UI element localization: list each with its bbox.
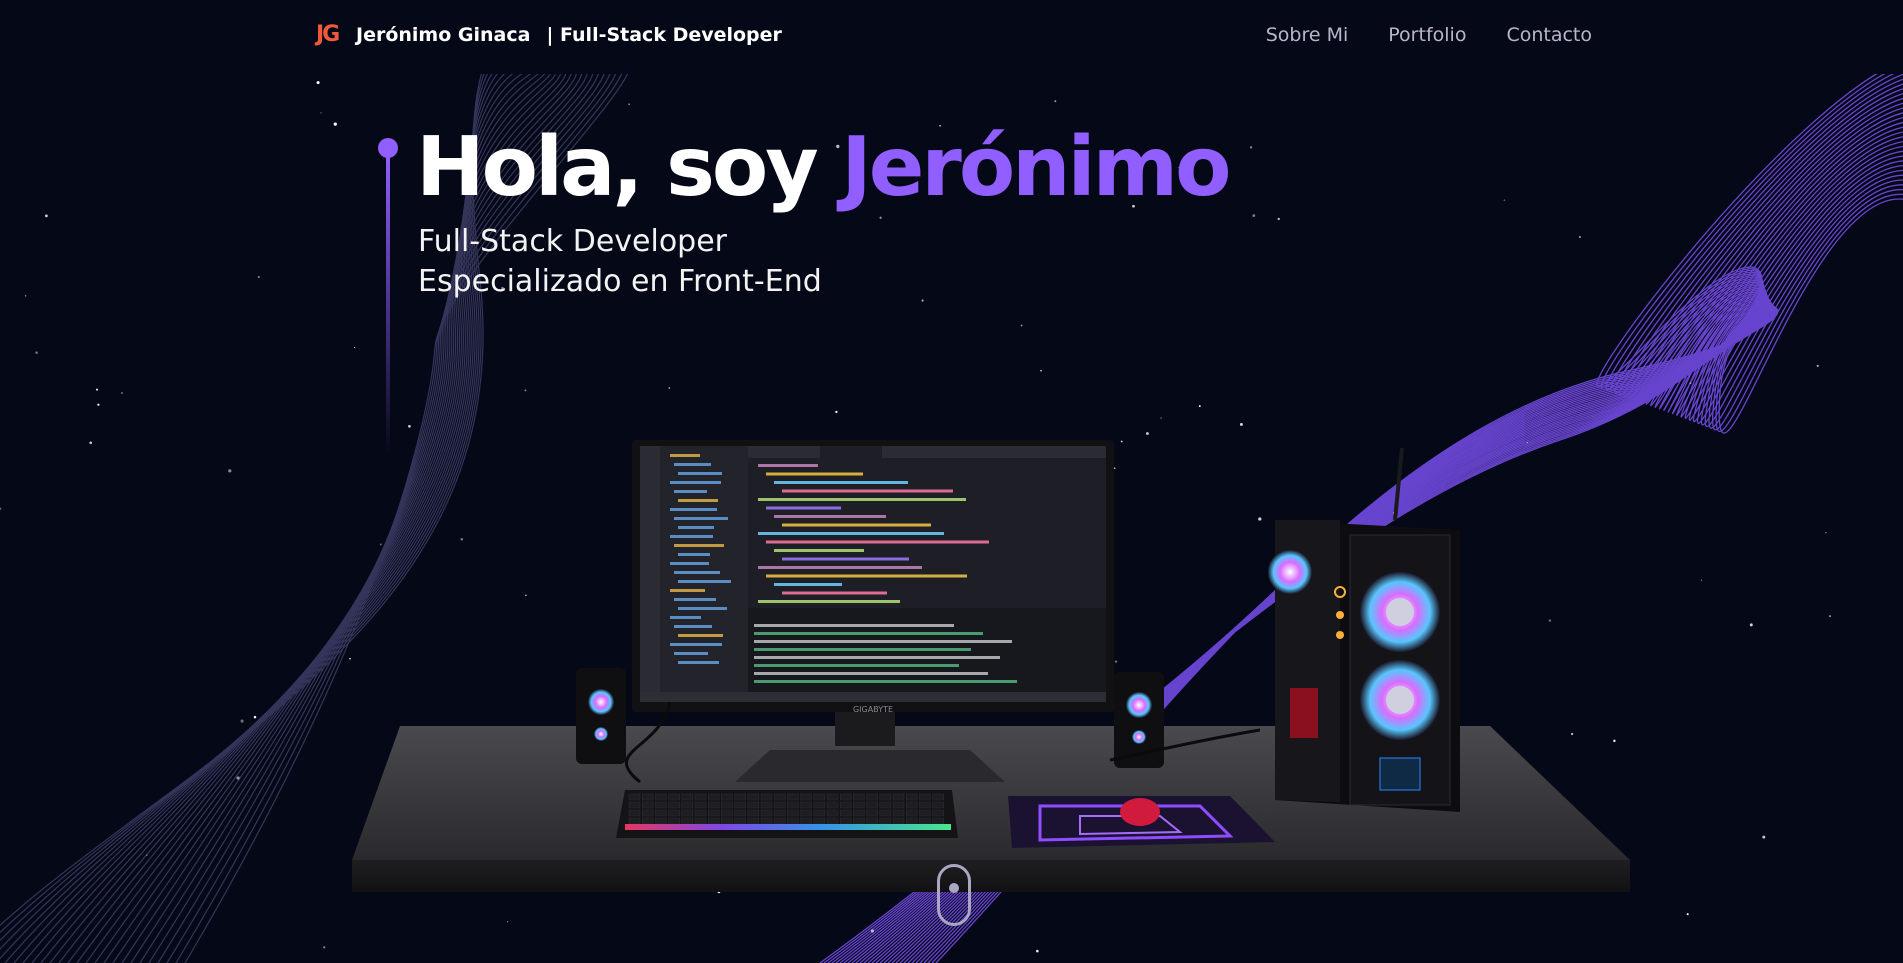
hero-name: Jerónimo	[841, 120, 1231, 215]
scroll-mouse-icon[interactable]	[937, 864, 971, 926]
brand-role: | Full-Stack Developer	[546, 24, 782, 46]
hero-accent-line	[378, 138, 398, 456]
pc-tower	[1268, 447, 1460, 812]
desk-front	[352, 860, 1630, 892]
mouse	[1120, 798, 1160, 826]
keyboard	[616, 790, 958, 838]
monitor-brand: GIGABYTE	[853, 705, 893, 714]
nav-link-portfolio[interactable]: Portfolio	[1388, 24, 1466, 46]
brand[interactable]: JG Jerónimo Ginaca | Full-Stack Develope…	[316, 18, 782, 52]
navbar: JG Jerónimo Ginaca | Full-Stack Develope…	[0, 0, 1903, 74]
main-nav: Sobre Mi Portfolio Contacto	[1266, 24, 1592, 46]
nav-link-contacto[interactable]: Contacto	[1506, 24, 1592, 46]
hero-subtitle-line-1: Full-Stack Developer	[418, 224, 728, 259]
mousepad	[1008, 796, 1275, 848]
hero-title: Hola, soy Jerónimo	[416, 118, 1231, 218]
desk-computer-scene[interactable]: GIGABYTE	[340, 420, 1640, 920]
brand-name[interactable]: Jerónimo Ginaca	[356, 24, 530, 46]
scroll-dot	[949, 883, 959, 893]
hero-subtitle: Full-Stack Developer Especializado en Fr…	[418, 222, 822, 302]
logo-icon[interactable]: JG	[316, 18, 346, 52]
nav-link-sobre-mi[interactable]: Sobre Mi	[1266, 24, 1349, 46]
speaker-left	[576, 668, 626, 764]
hero-subtitle-line-2: Especializado en Front-End	[418, 264, 822, 299]
hero-greeting: Hola, soy	[416, 120, 842, 215]
